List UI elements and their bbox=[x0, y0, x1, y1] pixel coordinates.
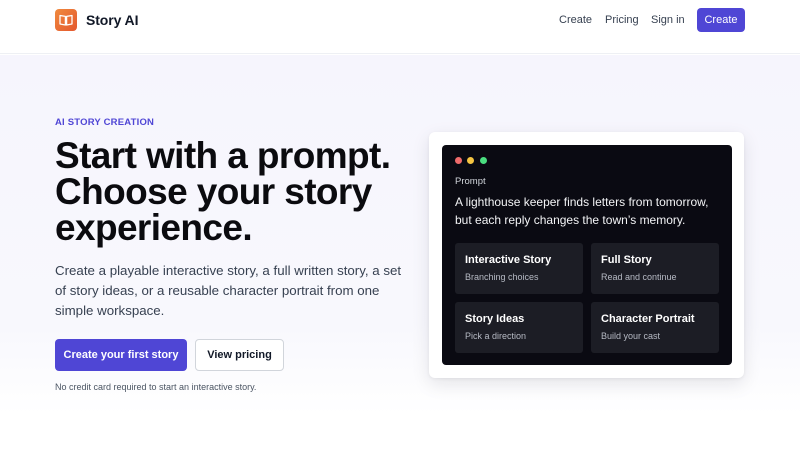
create-first-story-button[interactable]: Create your first story bbox=[55, 339, 187, 371]
option-story-ideas[interactable]: Story Ideas Pick a direction bbox=[455, 302, 583, 353]
option-interactive-story[interactable]: Interactive Story Branching choices bbox=[455, 243, 583, 294]
option-title: Story Ideas bbox=[465, 313, 525, 325]
nav-sign-in-link[interactable]: Sign in bbox=[651, 13, 685, 27]
hero-subtext: Create a playable interactive story, a f… bbox=[55, 263, 402, 318]
nav-create-link[interactable]: Create bbox=[559, 13, 592, 27]
top-nav-bar: Story AI Create Pricing Sign in Create bbox=[0, 0, 800, 54]
hero-headline: Start with a prompt. Choose your story e… bbox=[55, 135, 391, 248]
option-character-portrait[interactable]: Character Portrait Build your cast bbox=[591, 302, 719, 353]
window-dot-yellow bbox=[467, 157, 474, 164]
header-create-button[interactable]: Create bbox=[697, 8, 745, 32]
option-desc: Build your cast bbox=[601, 331, 661, 341]
option-desc: Branching choices bbox=[465, 272, 539, 282]
logo-text: Story AI bbox=[86, 12, 139, 28]
option-desc: Pick a direction bbox=[465, 331, 527, 341]
window-dot-red bbox=[455, 157, 462, 164]
option-title: Full Story bbox=[601, 254, 652, 266]
option-title: Character Portrait bbox=[601, 313, 695, 325]
option-title: Interactive Story bbox=[465, 254, 552, 266]
view-pricing-button[interactable]: View pricing bbox=[195, 339, 284, 371]
book-icon bbox=[55, 9, 77, 31]
window-dot-green bbox=[480, 157, 487, 164]
prompt-text: A lighthouse keeper finds letters from t… bbox=[455, 195, 709, 227]
logo[interactable]: Story AI bbox=[55, 9, 138, 31]
option-desc: Read and continue bbox=[601, 272, 677, 282]
hero-eyebrow: AI STORY CREATION bbox=[55, 117, 155, 128]
nav-pricing-link[interactable]: Pricing bbox=[605, 13, 639, 27]
option-full-story[interactable]: Full Story Read and continue bbox=[591, 243, 719, 294]
hero-note: No credit card required to start an inte… bbox=[55, 382, 257, 392]
prompt-label: Prompt bbox=[455, 176, 486, 187]
